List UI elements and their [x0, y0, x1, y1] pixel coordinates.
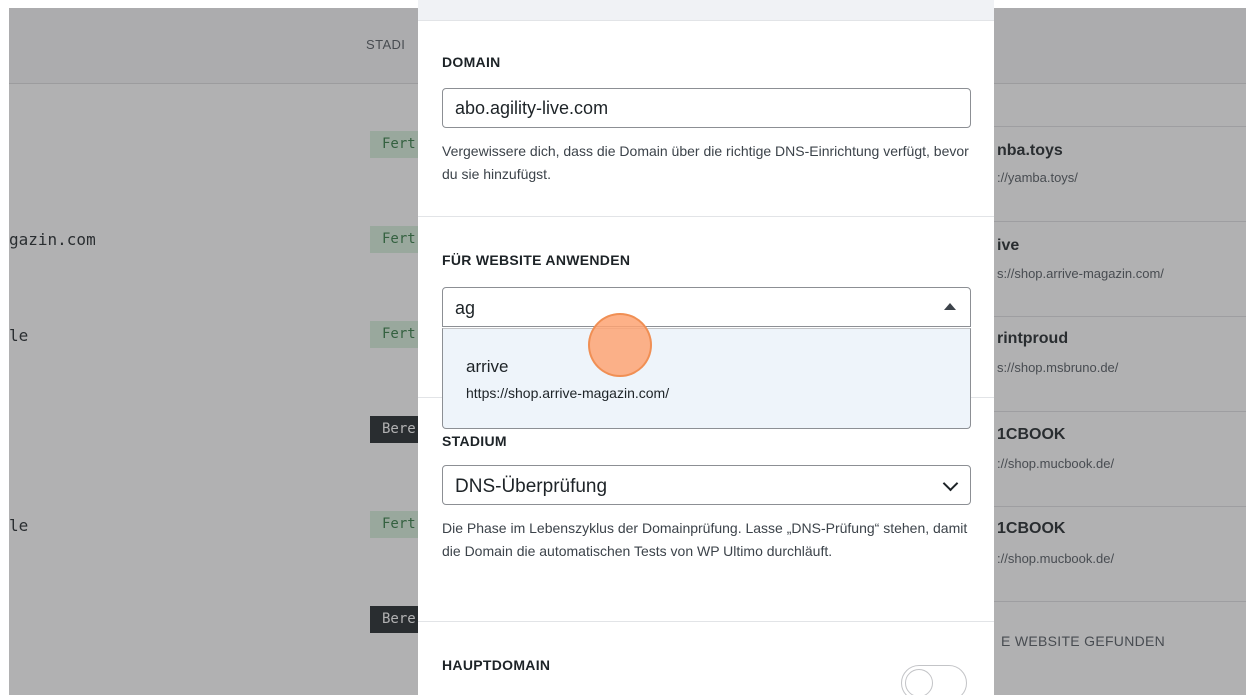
dropdown-option[interactable]: arrive https://shop.arrive-magazin.com/ — [443, 329, 970, 428]
stage-help-text: Die Phase im Lebenszyklus der Domainprüf… — [442, 520, 968, 559]
site-dropdown-list: arrive https://shop.arrive-magazin.com/ — [442, 328, 971, 429]
caret-up-icon[interactable] — [944, 303, 956, 310]
apply-to-site-label: FÜR WEBSITE ANWENDEN — [442, 252, 631, 268]
primary-domain-label: HAUPTDOMAIN — [442, 657, 551, 673]
chevron-down-icon[interactable] — [942, 475, 959, 492]
option-title: arrive — [466, 357, 509, 376]
primary-domain-toggle[interactable] — [901, 665, 967, 695]
section-divider — [418, 621, 994, 622]
site-search-select[interactable]: ag — [442, 287, 971, 327]
section-divider — [418, 216, 994, 217]
modal-header-bar — [418, 0, 994, 21]
click-indicator — [588, 313, 652, 377]
domain-help-text: Vergewissere dich, dass die Domain über … — [442, 143, 969, 182]
domain-input-value: abo.agility-live.com — [455, 98, 609, 118]
stage-select[interactable]: DNS-Überprüfung — [442, 465, 971, 505]
toggle-knob — [905, 669, 933, 695]
domain-input[interactable]: abo.agility-live.com — [442, 88, 971, 128]
site-search-value: ag — [455, 298, 476, 318]
domain-label: DOMAIN — [442, 54, 501, 70]
option-url: https://shop.arrive-magazin.com/ — [466, 385, 670, 401]
stage-label: STADIUM — [442, 433, 507, 449]
stage-select-value: DNS-Überprüfung — [455, 476, 608, 497]
add-domain-modal: DOMAIN abo.agility-live.com Vergewissere… — [418, 0, 994, 695]
